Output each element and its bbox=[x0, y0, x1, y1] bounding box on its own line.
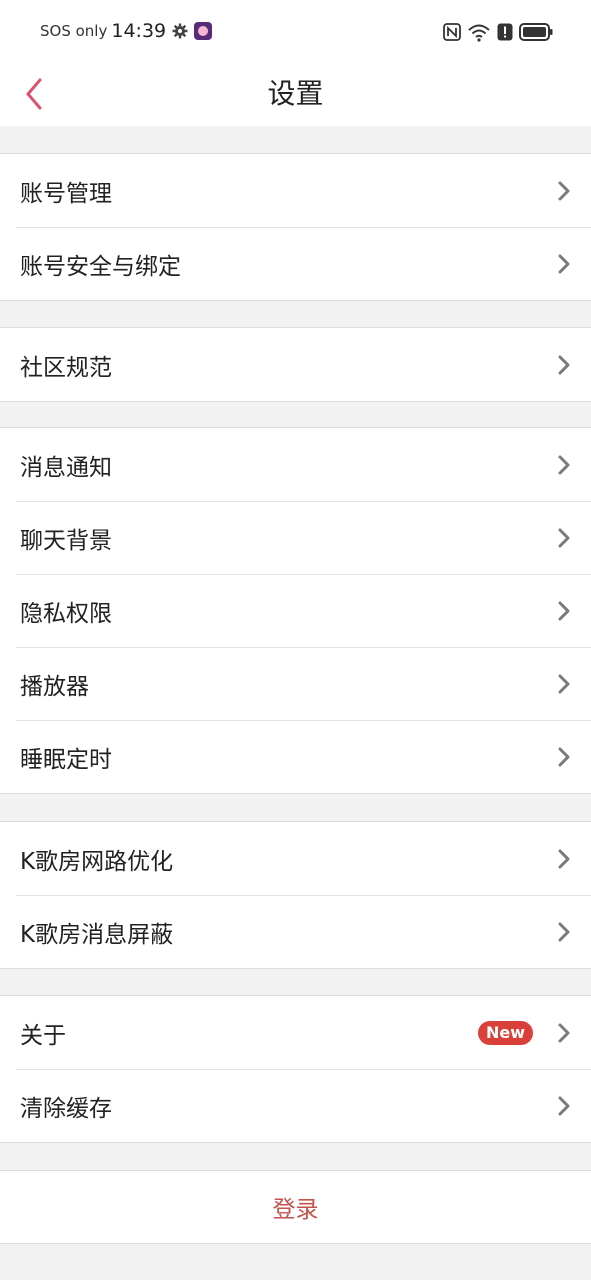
chevron-right-icon bbox=[558, 455, 570, 474]
chevron-right-icon bbox=[558, 181, 570, 200]
community-rules-item[interactable]: 社区规范 bbox=[0, 328, 591, 401]
notifications-label: 消息通知 bbox=[20, 454, 112, 481]
karaoke-message-block-item[interactable]: K歌房消息屏蔽 bbox=[0, 895, 591, 968]
account-management-item[interactable]: 账号管理 bbox=[0, 154, 591, 227]
chevron-right-icon bbox=[558, 254, 570, 273]
settings-group-preferences: 消息通知 聊天背景 隐私权限 播放器 睡眠定时 bbox=[0, 427, 591, 794]
account-security-item[interactable]: 账号安全与绑定 bbox=[0, 227, 591, 300]
clock-time: 14:39 bbox=[111, 20, 167, 42]
alert-icon bbox=[497, 23, 513, 41]
battery-icon bbox=[519, 23, 553, 41]
carrier-text: SOS only bbox=[40, 22, 108, 40]
sleep-timer-label: 睡眠定时 bbox=[20, 746, 112, 773]
chat-background-item[interactable]: 聊天背景 bbox=[0, 501, 591, 574]
login-label: 登录 bbox=[272, 1197, 319, 1223]
chevron-right-icon bbox=[558, 747, 570, 766]
gear-icon bbox=[172, 23, 188, 39]
account-management-label: 账号管理 bbox=[20, 180, 112, 207]
sleep-timer-item[interactable]: 睡眠定时 bbox=[0, 720, 591, 793]
notifications-item[interactable]: 消息通知 bbox=[0, 428, 591, 501]
chevron-right-icon bbox=[558, 849, 570, 868]
privacy-permissions-item[interactable]: 隐私权限 bbox=[0, 574, 591, 647]
nav-bar: 设置 bbox=[0, 62, 591, 126]
chevron-right-icon bbox=[558, 601, 570, 620]
settings-group-community: 社区规范 bbox=[0, 327, 591, 402]
settings-group-misc: 关于 New 清除缓存 bbox=[0, 995, 591, 1143]
chevron-right-icon bbox=[558, 355, 570, 374]
privacy-permissions-label: 隐私权限 bbox=[20, 600, 112, 627]
status-bar: SOS only 14:39 bbox=[0, 0, 591, 62]
settings-group-karaoke: K歌房网路优化 K歌房消息屏蔽 bbox=[0, 821, 591, 969]
player-label: 播放器 bbox=[20, 673, 89, 700]
new-badge: New bbox=[477, 1020, 533, 1045]
about-label: 关于 bbox=[20, 1022, 66, 1049]
karaoke-network-label: K歌房网路优化 bbox=[20, 848, 174, 875]
app-notification-icon bbox=[194, 22, 213, 40]
account-security-label: 账号安全与绑定 bbox=[20, 253, 181, 280]
player-item[interactable]: 播放器 bbox=[0, 647, 591, 720]
karaoke-network-item[interactable]: K歌房网路优化 bbox=[0, 822, 591, 895]
clear-cache-label: 清除缓存 bbox=[20, 1095, 112, 1122]
chevron-right-icon bbox=[558, 1023, 570, 1042]
back-button[interactable] bbox=[14, 70, 54, 118]
wifi-icon bbox=[468, 24, 490, 42]
chevron-left-icon bbox=[26, 78, 42, 110]
chevron-right-icon bbox=[558, 674, 570, 693]
page-title: 设置 bbox=[267, 77, 324, 110]
chat-background-label: 聊天背景 bbox=[20, 527, 112, 554]
chevron-right-icon bbox=[558, 528, 570, 547]
login-button[interactable]: 登录 bbox=[0, 1170, 591, 1244]
clear-cache-item[interactable]: 清除缓存 bbox=[0, 1069, 591, 1142]
chevron-right-icon bbox=[558, 1096, 570, 1115]
nfc-icon bbox=[443, 23, 461, 41]
about-item[interactable]: 关于 New bbox=[0, 996, 591, 1069]
karaoke-message-block-label: K歌房消息屏蔽 bbox=[20, 921, 174, 948]
settings-group-account: 账号管理 账号安全与绑定 bbox=[0, 153, 591, 301]
chevron-right-icon bbox=[558, 922, 570, 941]
community-rules-label: 社区规范 bbox=[20, 354, 112, 381]
